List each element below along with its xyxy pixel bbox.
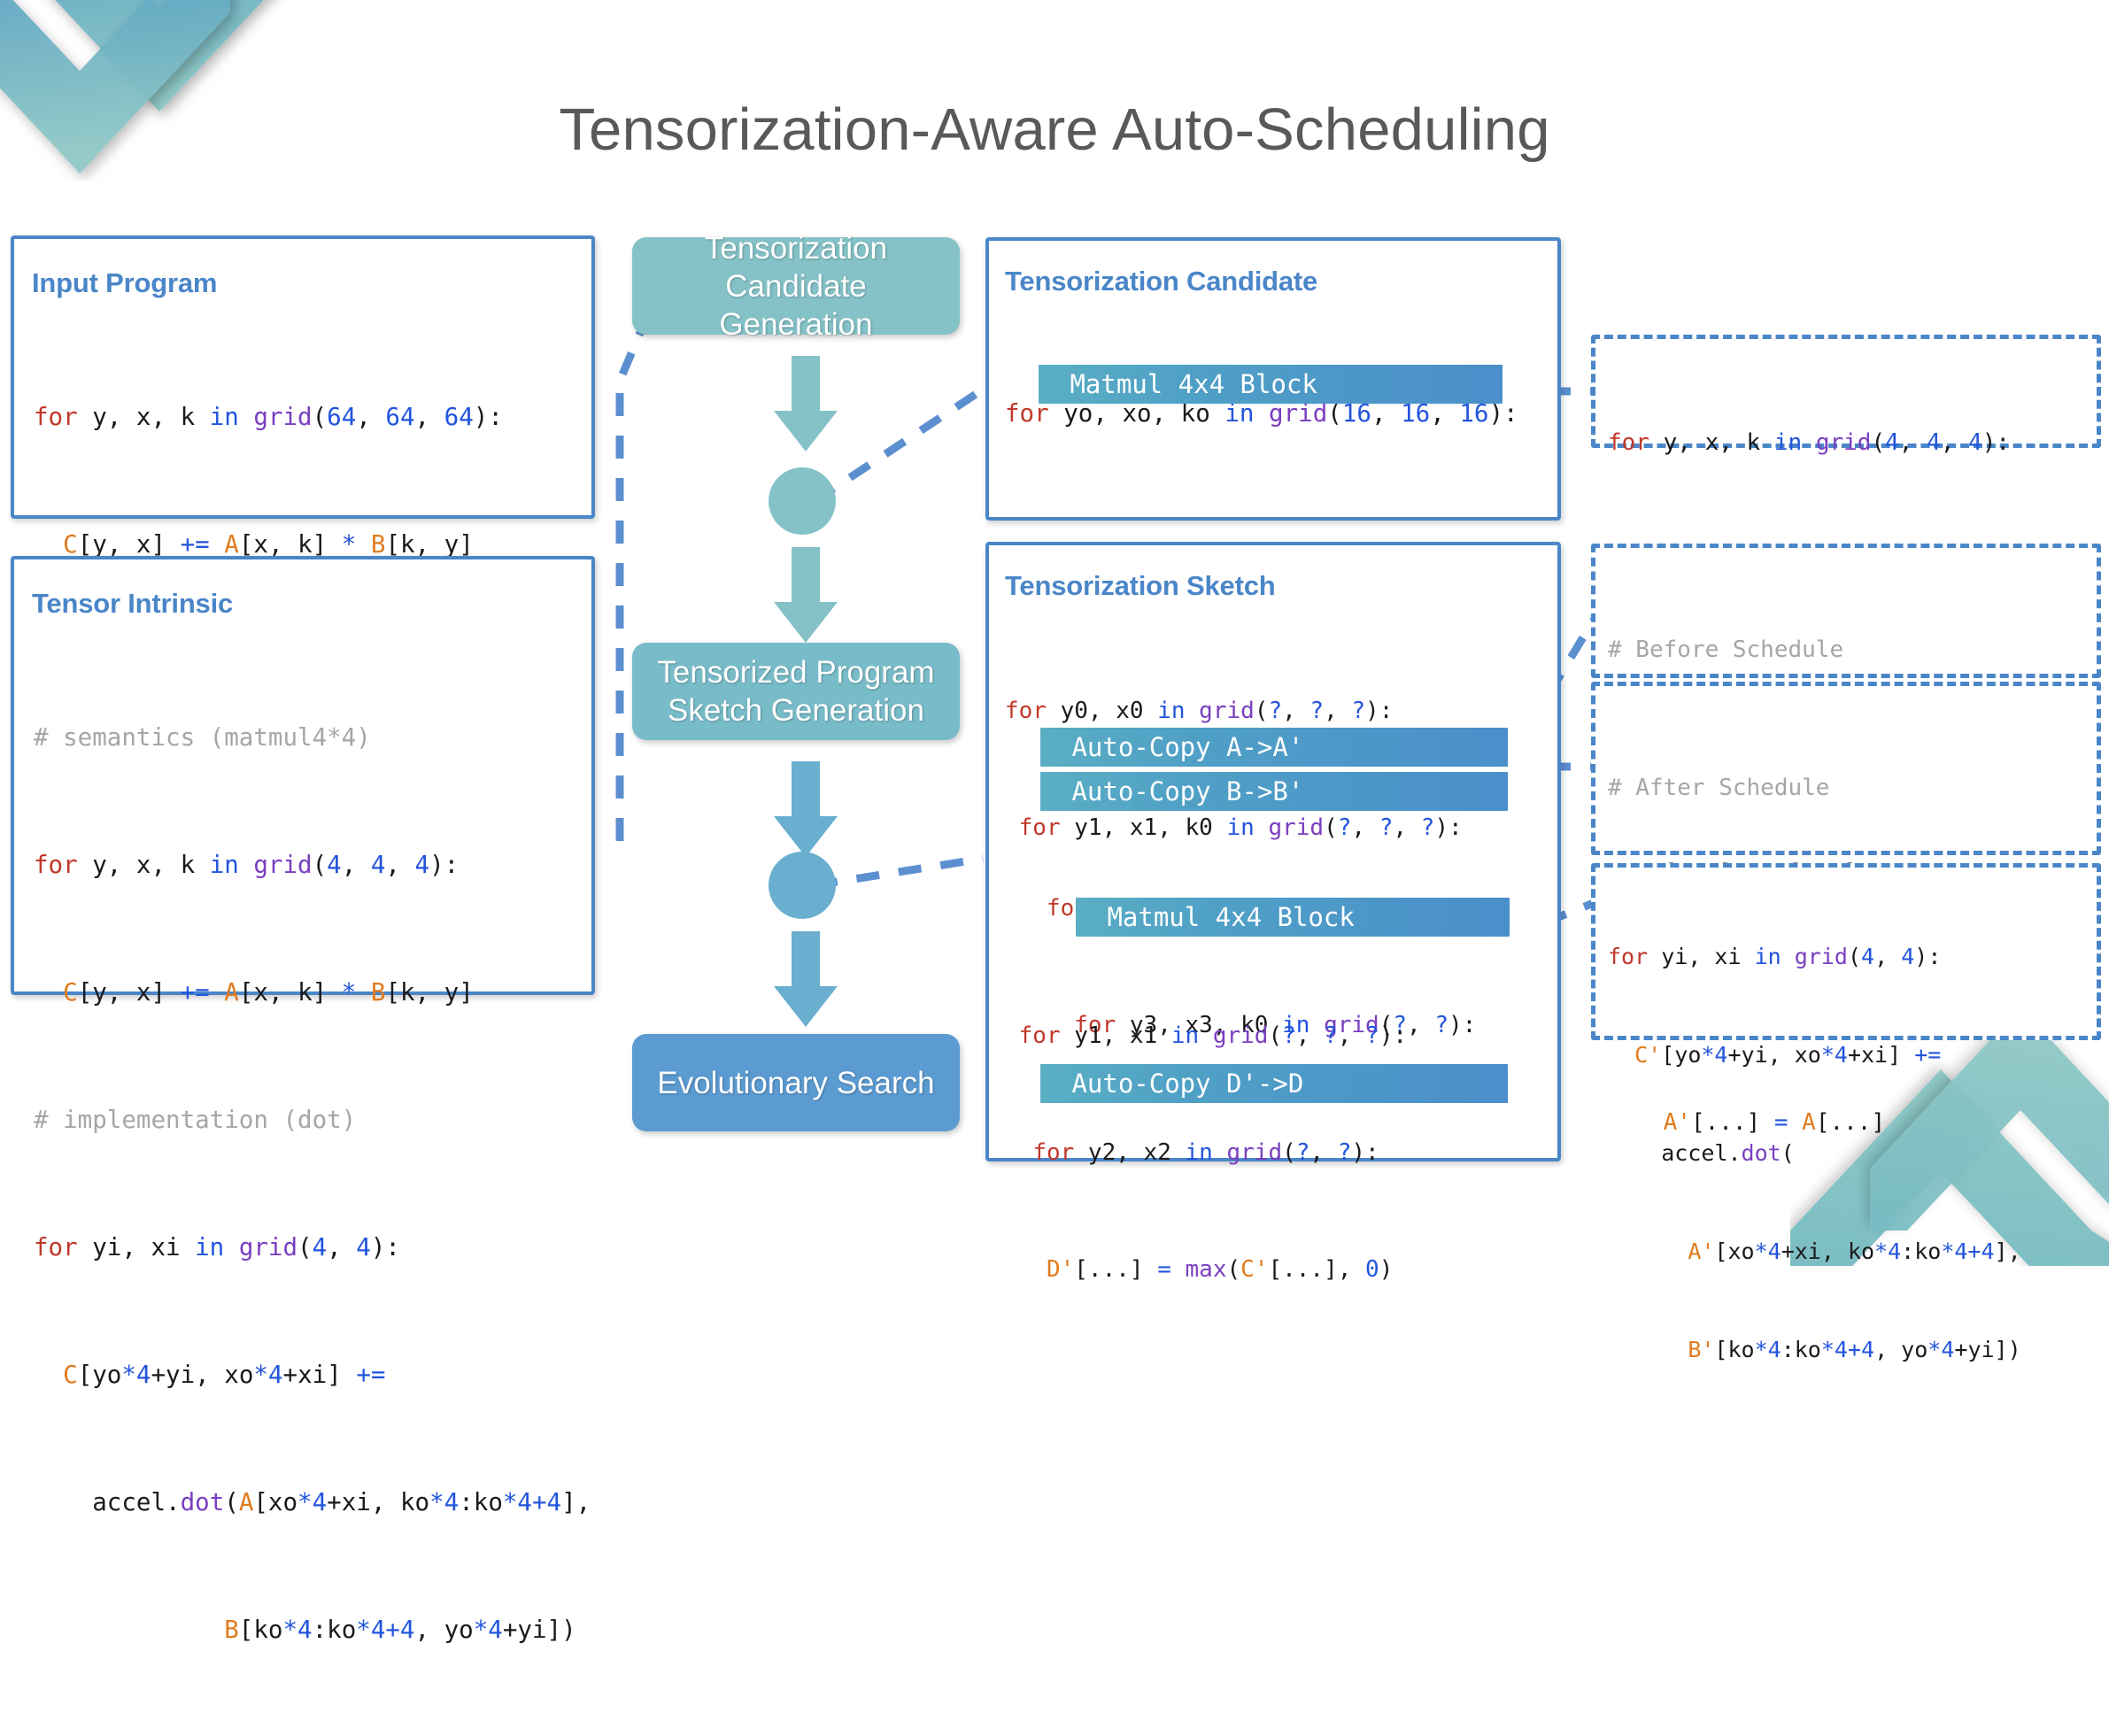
flow-arrow-1 — [774, 356, 838, 451]
matmul-block-bar[interactable]: Matmul 4x4 Block — [1039, 365, 1503, 404]
tensorization-candidate-card: Tensorization Candidate for yo, xo, ko i… — [985, 237, 1561, 815]
flow-step-evolutionary-search-label: Evolutionary Search — [657, 1065, 935, 1100]
flow-arrow-4 — [774, 931, 838, 1027]
flow-step-sketch-generation-label: Tensorized Program Sketch Generation — [657, 655, 935, 728]
slide-canvas: Tensorization-Aware Auto-Scheduling Inpu… — [0, 0, 2109, 1644]
tensorization-sketch-heading: Tensorization Sketch — [1005, 570, 1276, 601]
auto-copy-d-bar[interactable]: Auto-Copy D'->D — [1040, 1064, 1508, 1103]
sketch-code-3: for y1, x1 in grid(?, ?, ?): for y2, x2 … — [1018, 1022, 1408, 1283]
flow-node-candidate — [769, 467, 836, 535]
tensorized-body-box: for yi, xi in grid(4, 4): C'[yo*4+yi, xo… — [1591, 863, 2101, 1362]
tensor-intrinsic-card: Tensor Intrinsic # semantics (matmul4*4)… — [11, 556, 595, 1644]
flow-step-sketch-generation[interactable]: Tensorized Program Sketch Generation — [632, 643, 960, 740]
tensorized-body-code: for yi, xi in grid(4, 4): C'[yo*4+yi, xo… — [1608, 944, 2021, 1362]
auto-copy-b-bar[interactable]: Auto-Copy B->B' — [1040, 772, 1508, 811]
intrinsic-match-box: for y, x, k in grid(4, 4, 4): C[y, x] +=… — [1591, 335, 2101, 567]
tensorization-candidate-code: for yo, xo, ko in grid(16, 16, 16): — [1005, 399, 1518, 428]
tensorization-candidate-heading: Tensorization Candidate — [1005, 266, 1318, 297]
input-program-card: Input Program for y, x, k in grid(64, 64… — [11, 235, 595, 814]
tensor-intrinsic-heading: Tensor Intrinsic — [32, 588, 234, 619]
page-title: Tensorization-Aware Auto-Scheduling — [559, 96, 1550, 163]
flow-step-evolutionary-search[interactable]: Evolutionary Search — [632, 1034, 960, 1131]
flow-step-candidate-generation-label: Tensorization Candidate Generation — [704, 230, 888, 342]
flow-node-sketch — [769, 852, 836, 919]
auto-copy-a-bar[interactable]: Auto-Copy A->A' — [1040, 728, 1508, 767]
tensor-intrinsic-code: # semantics (matmul4*4) for y, x, k in g… — [34, 723, 591, 1644]
tensorization-sketch-card: Tensorization Sketch for y0, x0 in grid(… — [985, 542, 1561, 1283]
flow-arrow-2 — [774, 547, 838, 643]
input-program-heading: Input Program — [32, 267, 218, 298]
matmul-block-sketch-bar[interactable]: Matmul 4x4 Block — [1076, 898, 1510, 937]
after-schedule-box: # After Schedule for y2, x2o in grid(?, … — [1591, 682, 2101, 1136]
flow-step-candidate-generation[interactable]: Tensorization Candidate Generation — [632, 231, 960, 342]
before-schedule-box: # Before Schedule for y2, x2 in grid(?, … — [1591, 544, 2101, 886]
flow-arrow-3 — [774, 761, 838, 857]
